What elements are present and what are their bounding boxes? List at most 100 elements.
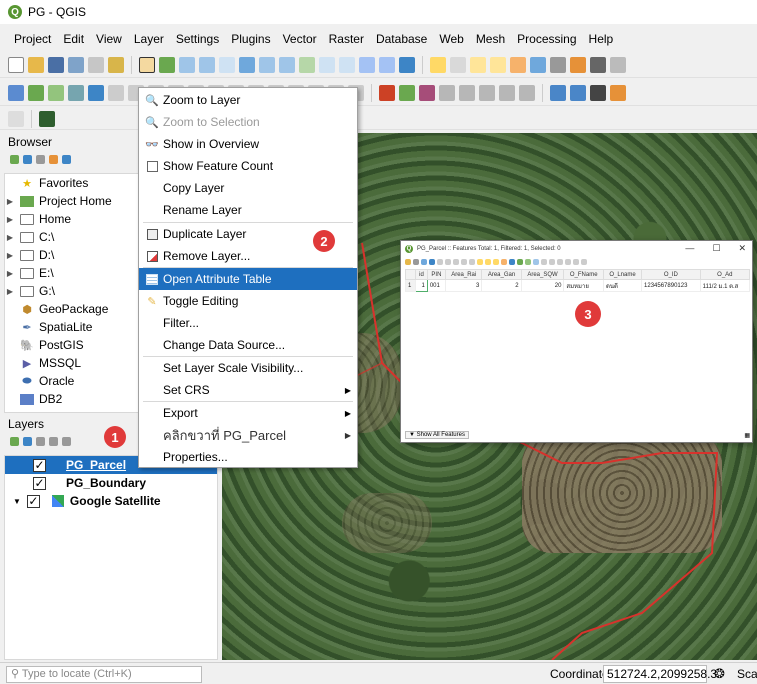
label-icon[interactable] <box>379 84 395 101</box>
collapse-all-icon[interactable] <box>49 154 58 164</box>
zoom-to-selection-tool-icon[interactable] <box>259 56 275 73</box>
table-row[interactable]: 1 1 001 3 2 20 สมหมาย ดนดี 1234567890123… <box>404 279 751 292</box>
zoom-native-icon[interactable] <box>299 56 315 73</box>
layer-visibility-checkbox[interactable]: ✓ <box>33 458 46 472</box>
select-expression-icon[interactable] <box>477 259 483 265</box>
add-raster-icon[interactable] <box>68 84 84 101</box>
menu-item-show-in-overview[interactable]: 👓 Show in Overview <box>139 133 357 155</box>
expand-arrow-icon[interactable]: ▼ <box>13 497 21 506</box>
new-layer-icon[interactable] <box>28 84 44 101</box>
zoom-last-icon[interactable] <box>319 56 335 73</box>
menu-web[interactable]: Web <box>433 32 469 46</box>
plugin-globe-icon[interactable] <box>550 84 566 101</box>
menu-item-rename-layer[interactable]: Rename Layer <box>139 199 357 221</box>
pan-to-selected-icon[interactable] <box>525 259 531 265</box>
select-features-icon[interactable] <box>470 56 486 73</box>
menu-item-properties[interactable]: Properties... <box>139 446 357 468</box>
new-bookmark-icon[interactable] <box>359 56 375 73</box>
actions-icon[interactable] <box>581 259 587 265</box>
zoom-out-icon[interactable] <box>199 56 215 73</box>
show-label-icon[interactable] <box>459 84 475 101</box>
table-column-header[interactable]: PIN <box>426 269 447 280</box>
table-column-header[interactable]: Area_Gan <box>481 269 522 280</box>
table-cell[interactable]: 1234567890123 <box>641 279 701 292</box>
table-column-header[interactable]: Area_SQW <box>520 269 565 280</box>
menu-project[interactable]: Project <box>8 32 57 46</box>
minimize-icon[interactable]: — <box>685 243 694 254</box>
select-by-value-icon[interactable] <box>490 56 506 73</box>
deselect-all-icon[interactable] <box>501 259 507 265</box>
coordinate-field[interactable]: 512724.2,2099258.3 <box>603 665 717 683</box>
locator-search-input[interactable]: ⚲ Type to locate (Ctrl+K) <box>6 666 202 683</box>
add-wms-icon[interactable] <box>88 84 104 101</box>
zoom-to-layer-tool-icon[interactable] <box>279 56 295 73</box>
processing-toolbox-icon[interactable] <box>570 56 586 73</box>
paste-icon[interactable] <box>469 259 475 265</box>
python-console-icon[interactable] <box>39 110 55 127</box>
add-feature-icon[interactable] <box>437 259 443 265</box>
close-icon[interactable]: ✕ <box>738 243 746 254</box>
delete-feature-icon[interactable] <box>445 259 451 265</box>
attribute-table-window[interactable]: Q PG_Parcel :: Features Total: 1, Filter… <box>400 240 753 443</box>
table-column-header[interactable]: Area_Rai <box>445 269 483 280</box>
table-cell[interactable]: สมหมาย <box>563 279 605 292</box>
menu-mesh[interactable]: Mesh <box>470 32 511 46</box>
table-cell[interactable]: ดนดี <box>603 279 643 292</box>
add-selected-icon[interactable] <box>10 154 19 164</box>
menu-item-toggle-editing[interactable]: ✎ Toggle Editing <box>139 290 357 312</box>
deselect-icon[interactable] <box>510 56 526 73</box>
table-column-header[interactable]: O_FName <box>563 269 605 280</box>
new-project-icon[interactable] <box>8 56 24 73</box>
menu-item-zoom-to-layer[interactable]: 🔍 Zoom to Layer <box>139 89 357 111</box>
style-layer-icon[interactable] <box>10 436 19 446</box>
zoom-to-selected-icon[interactable] <box>533 259 539 265</box>
layers-tree[interactable]: ✓ PG_Parcel ✓ PG_Boundary ▼ ✓ Google Satelli… <box>4 455 218 660</box>
menu-item-show-feature-count[interactable]: Show Feature Count <box>139 155 357 177</box>
snapping-icon[interactable] <box>8 110 24 127</box>
table-column-header[interactable]: id <box>415 269 428 280</box>
field-calculator-icon[interactable] <box>557 259 563 265</box>
change-label-icon[interactable] <box>519 84 535 101</box>
show-all-features-button[interactable]: ▼ Show All Features <box>405 431 469 439</box>
reload-table-icon[interactable] <box>429 259 435 265</box>
run-action-icon[interactable] <box>450 56 466 73</box>
open-project-icon[interactable] <box>28 56 44 73</box>
save-project-icon[interactable] <box>48 56 64 73</box>
table-column-header[interactable]: O_Ad <box>699 269 751 280</box>
select-all-icon[interactable] <box>485 259 491 265</box>
measure-icon[interactable] <box>610 56 626 73</box>
multi-edit-icon[interactable] <box>413 259 419 265</box>
menu-item-set-scale-visibility[interactable]: Set Layer Scale Visibility... <box>139 357 357 379</box>
menu-processing[interactable]: Processing <box>511 32 582 46</box>
checkbox-icon[interactable] <box>145 159 159 173</box>
delete-field-icon[interactable] <box>549 259 555 265</box>
copy-icon[interactable] <box>461 259 467 265</box>
cut-icon[interactable] <box>453 259 459 265</box>
refresh-icon[interactable] <box>399 56 415 73</box>
layer-item-pg-boundary[interactable]: ✓ PG_Boundary <box>5 474 217 492</box>
show-bookmarks-icon[interactable] <box>379 56 395 73</box>
table-cell[interactable]: 20 <box>520 279 565 292</box>
table-row-number[interactable]: 1 <box>404 279 417 292</box>
filter-legend-icon[interactable] <box>49 436 58 446</box>
menu-item-copy-layer[interactable]: Copy Layer <box>139 177 357 199</box>
attribute-table-grid[interactable]: id PIN Area_Rai Area_Gan Area_SQW O_FNam… <box>404 269 751 292</box>
data-source-manager-icon[interactable] <box>8 84 24 101</box>
menu-item-export[interactable]: Export ▶ <box>139 402 357 424</box>
filter-select-icon[interactable] <box>509 259 515 265</box>
menu-item-filter[interactable]: Filter... <box>139 312 357 334</box>
menu-vector[interactable]: Vector <box>277 32 323 46</box>
pin-label-icon[interactable] <box>439 84 455 101</box>
layer-item-google-satellite[interactable]: ▼ ✓ Google Satellite <box>5 492 217 510</box>
conditional-format-icon[interactable] <box>565 259 571 265</box>
menu-help[interactable]: Help <box>583 32 620 46</box>
menu-item-open-attribute-table[interactable]: Open Attribute Table <box>139 268 357 290</box>
zoom-in-icon[interactable] <box>179 56 195 73</box>
open-attribute-table-tool-icon[interactable] <box>530 56 546 73</box>
table-cell[interactable]: 1 <box>415 279 428 292</box>
sum-icon[interactable] <box>590 56 606 73</box>
print-layout-icon[interactable] <box>88 56 104 73</box>
identify-icon[interactable] <box>430 56 446 73</box>
filter-expression-icon[interactable] <box>62 436 71 446</box>
label-tool-icon[interactable] <box>399 84 415 101</box>
